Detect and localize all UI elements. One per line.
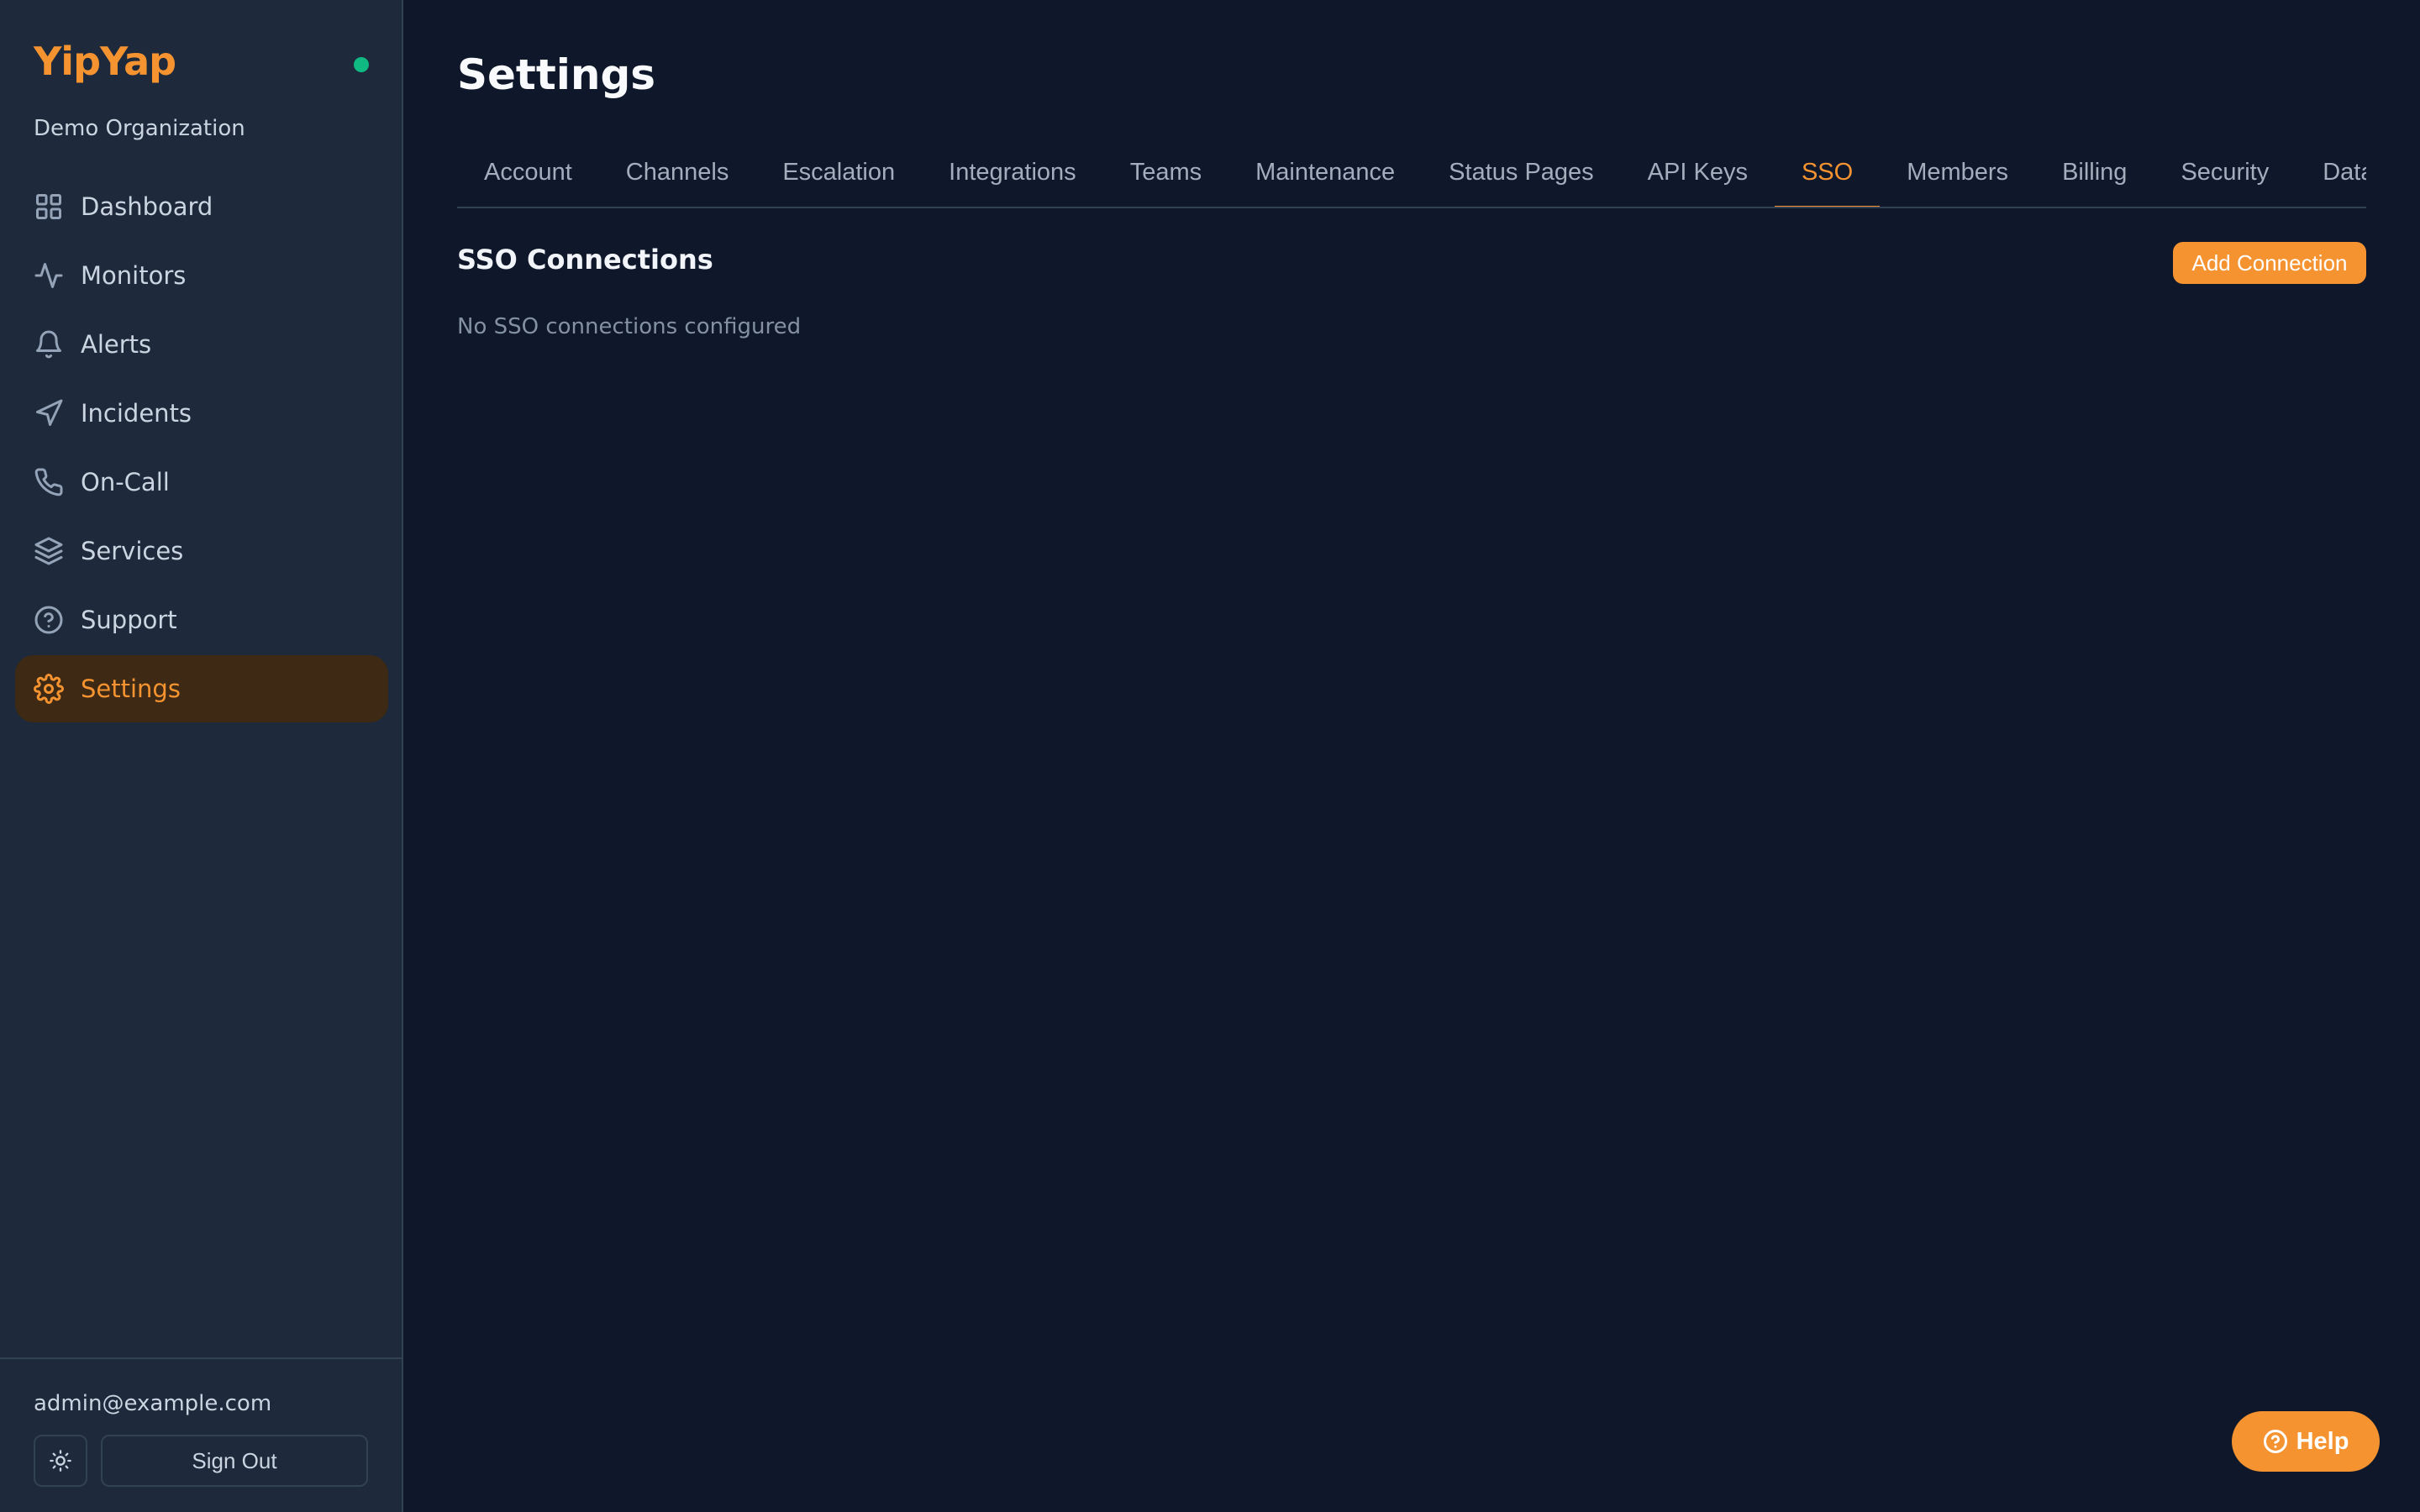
sidebar-item-label: Services	[81, 537, 184, 565]
sidebar-item-on-call[interactable]: On-Call	[15, 449, 388, 516]
navigation-icon	[34, 398, 64, 428]
bell-icon	[34, 329, 64, 360]
sidebar-item-settings[interactable]: Settings	[15, 655, 388, 722]
tab-channels[interactable]: Channels	[599, 141, 756, 207]
sidebar-item-alerts[interactable]: Alerts	[15, 311, 388, 378]
sidebar-item-label: Alerts	[81, 330, 152, 359]
activity-icon	[34, 260, 64, 291]
sidebar-item-label: Support	[81, 606, 177, 634]
status-indicator	[354, 57, 369, 72]
page-title: Settings	[457, 50, 656, 99]
sidebar-item-label: Incidents	[81, 399, 192, 428]
phone-icon	[34, 467, 64, 497]
sidebar-item-monitors[interactable]: Monitors	[15, 242, 388, 309]
app-root: YipYap Demo Organization Dashboard Monit…	[0, 0, 2420, 1512]
sidebar-item-incidents[interactable]: Incidents	[15, 380, 388, 447]
help-circle-icon	[2263, 1430, 2287, 1453]
sidebar-item-dashboard[interactable]: Dashboard	[15, 173, 388, 240]
sidebar-item-label: On-Call	[81, 468, 170, 496]
tab-escalation[interactable]: Escalation	[755, 141, 922, 207]
add-connection-button[interactable]: Add Connection	[2173, 242, 2366, 284]
sidebar-nav: Dashboard Monitors Alerts Incidents On-C…	[15, 173, 388, 724]
sidebar-item-label: Dashboard	[81, 192, 213, 221]
sign-out-button[interactable]: Sign Out	[101, 1435, 368, 1487]
tab-teams[interactable]: Teams	[1103, 141, 1228, 207]
tab-billing[interactable]: Billing	[2035, 141, 2154, 207]
settings-tabs: Account Channels Escalation Integrations Tea…	[457, 141, 2366, 208]
sidebar: YipYap Demo Organization Dashboard Monit…	[0, 0, 403, 1512]
tab-sso[interactable]: SSO	[1774, 141, 1881, 207]
organization-name: Demo Organization	[34, 116, 245, 141]
gear-icon	[34, 674, 64, 704]
brand-logo[interactable]: YipYap	[34, 39, 176, 84]
tab-maintenance[interactable]: Maintenance	[1228, 141, 1422, 207]
tab-account[interactable]: Account	[457, 141, 599, 207]
sidebar-item-services[interactable]: Services	[15, 517, 388, 585]
tab-security[interactable]: Security	[2154, 141, 2296, 207]
tab-data[interactable]: Data	[2296, 141, 2366, 207]
tab-members[interactable]: Members	[1880, 141, 2035, 207]
help-circle-icon	[34, 605, 64, 635]
grid-icon	[34, 192, 64, 222]
sidebar-item-support[interactable]: Support	[15, 586, 388, 654]
sidebar-footer: admin@example.com Sign Out	[0, 1357, 402, 1512]
section-title: SSO Connections	[457, 244, 713, 276]
layers-icon	[34, 536, 64, 566]
sun-icon	[50, 1450, 71, 1472]
tab-status-pages[interactable]: Status Pages	[1422, 141, 1621, 207]
theme-toggle-button[interactable]	[34, 1435, 87, 1487]
tab-api-keys[interactable]: API Keys	[1621, 141, 1775, 207]
tab-integrations[interactable]: Integrations	[922, 141, 1103, 207]
sidebar-item-label: Monitors	[81, 261, 187, 290]
sidebar-item-label: Settings	[81, 675, 181, 703]
empty-state-message: No SSO connections configured	[457, 314, 802, 339]
user-email: admin@example.com	[34, 1391, 272, 1416]
help-button-label: Help	[2296, 1427, 2349, 1455]
help-button[interactable]: Help	[2232, 1411, 2380, 1472]
